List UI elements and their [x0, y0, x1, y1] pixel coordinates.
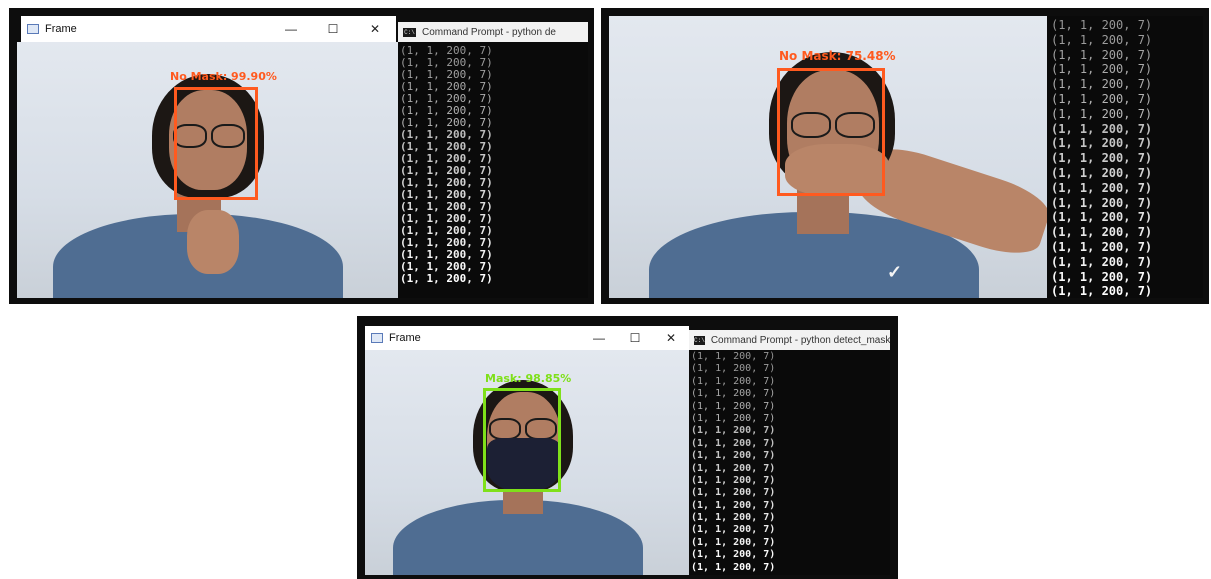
console-line: (1, 1, 200, 7)	[1051, 136, 1153, 151]
console-lines: (1, 1, 200, 7) (1, 1, 200, 7) (1, 1, 200, …	[1051, 18, 1152, 298]
minimize-button[interactable]: —	[270, 22, 312, 36]
detection-label: Mask: 98.85%	[485, 372, 572, 385]
console-line: (1, 1, 200, 7)	[1051, 269, 1153, 284]
console-line: (1, 1, 200, 7)	[691, 512, 776, 524]
console-line: (1, 1, 200, 7)	[691, 388, 776, 400]
minimize-button[interactable]: —	[581, 331, 617, 345]
console-line: (1, 1, 200, 7)	[691, 524, 776, 536]
console-lines: (1, 1, 200, 7) (1, 1, 200, 7) (1, 1, 200, …	[400, 45, 493, 285]
command-prompt-titlebar[interactable]: C:\ Command Prompt - python de	[398, 22, 588, 42]
console-line: (1, 1, 200, 7)	[691, 375, 776, 387]
close-button[interactable]: ✕	[354, 22, 396, 36]
detection-label: No Mask: 75.48%	[779, 49, 896, 63]
detection-box	[483, 388, 561, 492]
camera-frame: Mask: 98.85%	[365, 350, 689, 575]
frame-window-title: Frame	[389, 332, 421, 344]
console-line: (1, 1, 200, 7)	[691, 400, 776, 412]
console-line: (1, 1, 200, 7)	[691, 450, 776, 462]
command-prompt-title: Command Prompt - python de	[422, 26, 556, 38]
command-prompt-icon: C:\	[694, 335, 705, 345]
detection-label: No Mask: 99.90%	[170, 70, 277, 83]
console-line: (1, 1, 200, 7)	[1051, 254, 1153, 269]
command-prompt-title: Command Prompt - python detect_mask	[710, 334, 890, 346]
console-line: (1, 1, 200, 7)	[1051, 239, 1153, 254]
frame-window-titlebar[interactable]: Frame — ☐ ✕	[365, 326, 689, 350]
console-line: (1, 1, 200, 7)	[1051, 210, 1153, 225]
console-line: (1, 1, 200, 7)	[1051, 106, 1153, 121]
console-line: (1, 1, 200, 7)	[691, 412, 776, 424]
console-line: (1, 1, 200, 7)	[1051, 32, 1153, 47]
command-prompt-output: (1, 1, 200, 7) (1, 1, 200, 7) (1, 1, 200, …	[689, 350, 890, 575]
frame-window-titlebar[interactable]: Frame — ☐ ✕	[21, 16, 396, 42]
console-line: (1, 1, 200, 7)	[691, 351, 776, 362]
console-line: (1, 1, 200, 7)	[691, 474, 776, 486]
console-line: (1, 1, 200, 7)	[1051, 91, 1153, 106]
console-line: (1, 1, 200, 7)	[1051, 77, 1153, 92]
camera-frame: ✓ No Mask: 75.48%	[609, 16, 1047, 298]
screenshot-panel-no-mask-2: ✓ No Mask: 75.48% (1, 1, 200, 7) (1, 1, 2…	[601, 8, 1209, 304]
maximize-button[interactable]: ☐	[312, 22, 354, 36]
screenshot-panel-mask: Frame — ☐ ✕ C:\ Command Prompt - python …	[357, 316, 898, 579]
console-line: (1, 1, 200, 7)	[1051, 47, 1153, 62]
console-line: (1, 1, 200, 7)	[1051, 18, 1153, 32]
console-line: (1, 1, 200, 7)	[1051, 165, 1153, 180]
command-prompt-output: (1, 1, 200, 7) (1, 1, 200, 7) (1, 1, 200, …	[398, 42, 588, 298]
screenshot-panel-no-mask-1: Frame — ☐ ✕ C:\ Command Prompt - python …	[9, 8, 594, 304]
console-line: (1, 1, 200, 7)	[1051, 225, 1153, 240]
console-line: (1, 1, 200, 7)	[400, 272, 493, 285]
console-line: (1, 1, 200, 7)	[691, 536, 776, 548]
console-line: (1, 1, 200, 7)	[1051, 62, 1153, 77]
maximize-button[interactable]: ☐	[617, 331, 653, 345]
console-line: (1, 1, 200, 7)	[691, 549, 776, 561]
frame-window-icon	[371, 333, 383, 343]
command-prompt-titlebar[interactable]: C:\ Command Prompt - python detect_mask	[689, 330, 890, 350]
close-button[interactable]: ✕	[653, 331, 689, 345]
console-line: (1, 1, 200, 7)	[1051, 195, 1153, 210]
console-line: (1, 1, 200, 7)	[691, 462, 776, 474]
console-line: (1, 1, 200, 7)	[691, 437, 776, 449]
console-lines: (1, 1, 200, 7) (1, 1, 200, 7) (1, 1, 200, …	[691, 351, 775, 574]
console-line: (1, 1, 200, 7)	[1051, 151, 1153, 166]
console-line: (1, 1, 200, 7)	[691, 561, 776, 573]
frame-window-icon	[27, 24, 39, 34]
command-prompt-output: (1, 1, 200, 7) (1, 1, 200, 7) (1, 1, 200, …	[1047, 16, 1203, 298]
detection-box	[174, 87, 258, 200]
camera-frame: No Mask: 99.90%	[17, 42, 398, 298]
console-line: (1, 1, 200, 7)	[691, 425, 776, 437]
frame-window-title: Frame	[45, 23, 77, 35]
console-line: (1, 1, 200, 7)	[691, 499, 776, 511]
console-line: (1, 1, 200, 7)	[691, 487, 776, 499]
console-line: (1, 1, 200, 7)	[691, 363, 776, 375]
detection-box	[777, 68, 885, 196]
command-prompt-icon: C:\	[403, 27, 416, 37]
console-line: (1, 1, 200, 7)	[1051, 284, 1153, 298]
console-line: (1, 1, 200, 7)	[1051, 180, 1153, 195]
console-line: (1, 1, 200, 7)	[1051, 121, 1153, 136]
